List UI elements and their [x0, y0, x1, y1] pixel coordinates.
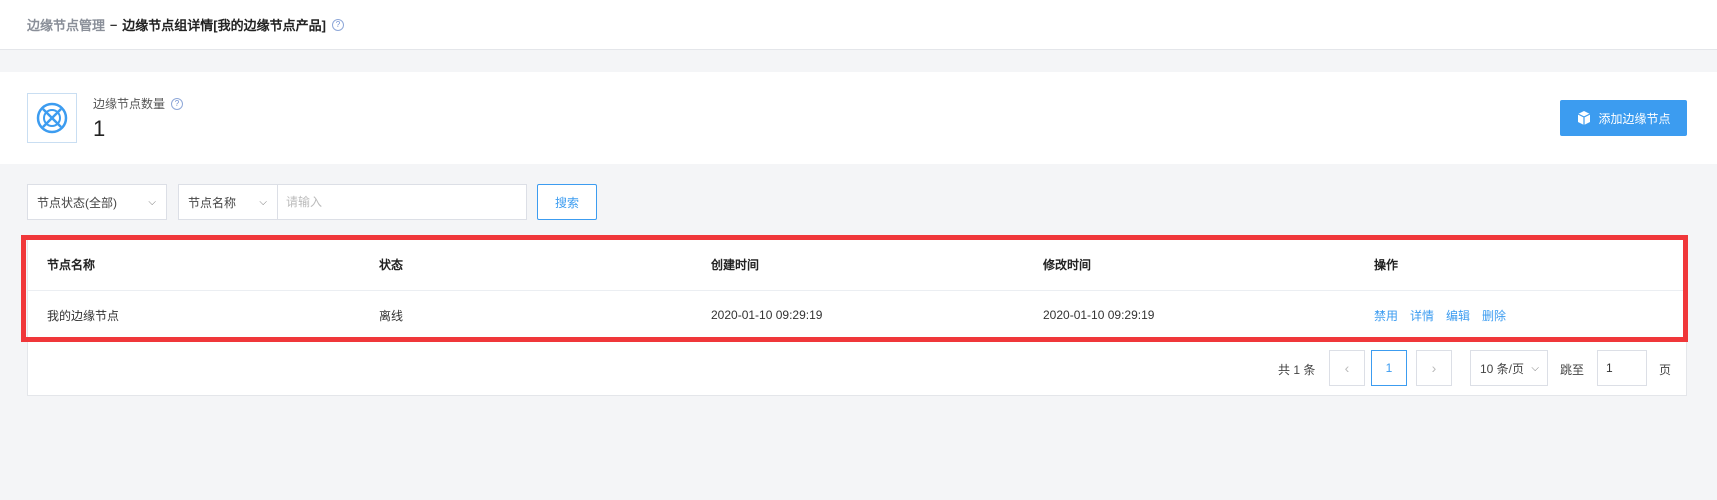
jump-to-label: 跳至	[1560, 363, 1585, 377]
node-count-value: 1	[93, 116, 106, 141]
highlight-box	[21, 235, 1688, 342]
help-circle-icon[interactable]: ?	[331, 18, 344, 31]
chevron-left-icon: ‹	[1344, 360, 1350, 376]
next-page-button[interactable]: ›	[1416, 350, 1452, 386]
field-filter-value: 节点名称	[188, 195, 237, 210]
summary-panel: 边缘节点数量 ? 1 添加边缘节点	[0, 72, 1717, 164]
breadcrumb-parent[interactable]: 边缘节点管理	[27, 15, 105, 34]
search-input[interactable]	[277, 184, 527, 220]
page-size-value: 10 条/页	[1480, 361, 1525, 376]
pagination-total: 共 1 条	[1278, 363, 1316, 377]
chevron-right-icon: ›	[1431, 360, 1437, 376]
search-button[interactable]: 搜索	[537, 184, 597, 220]
chevron-down-icon: ⌵	[148, 196, 156, 208]
status-filter-select[interactable]: 节点状态(全部) ⌵	[27, 184, 167, 220]
cube-icon	[1578, 111, 1591, 125]
page-title: 边缘节点组详情[我的边缘节点产品]	[122, 18, 326, 33]
page-number-1[interactable]: 1	[1371, 350, 1407, 386]
node-count-label-text: 边缘节点数量	[93, 97, 166, 111]
edge-node-icon	[27, 93, 77, 143]
breadcrumb-separator: –	[110, 17, 118, 32]
status-filter-value: 节点状态(全部)	[37, 195, 117, 210]
help-circle-icon[interactable]: ?	[171, 97, 184, 110]
node-count-label: 边缘节点数量 ?	[93, 95, 184, 112]
add-edge-node-button[interactable]: 添加边缘节点	[1560, 100, 1687, 136]
add-edge-node-label: 添加边缘节点	[1598, 111, 1671, 126]
prev-page-button[interactable]: ‹	[1329, 350, 1365, 386]
page-size-select[interactable]: 10 条/页 ⌵	[1470, 350, 1548, 386]
page-unit-label: 页	[1659, 363, 1672, 377]
field-filter-select[interactable]: 节点名称 ⌵	[178, 184, 278, 220]
chevron-down-icon: ⌵	[1531, 362, 1539, 374]
chevron-down-icon: ⌵	[259, 196, 267, 208]
breadcrumb-bar: 边缘节点管理 – 边缘节点组详情[我的边缘节点产品] ?	[0, 0, 1717, 50]
jump-page-input[interactable]	[1597, 350, 1647, 386]
